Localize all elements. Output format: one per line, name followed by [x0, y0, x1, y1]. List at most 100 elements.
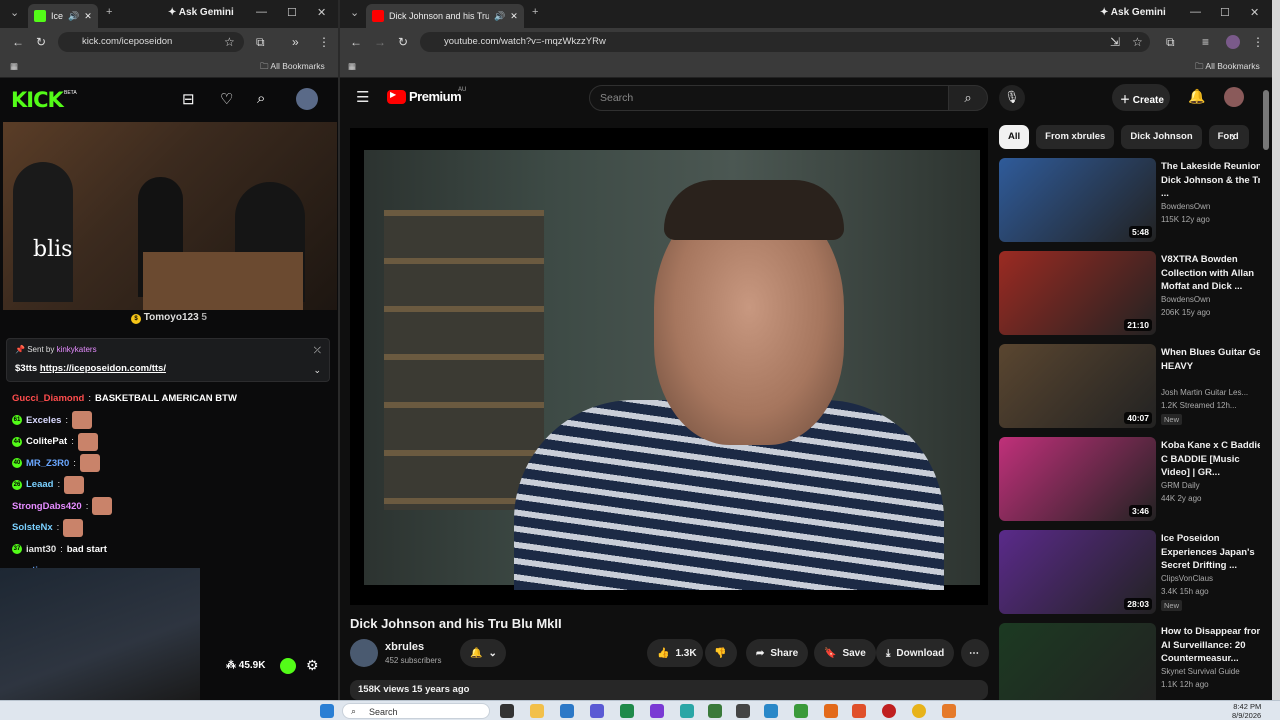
forward-button[interactable]: →	[374, 35, 386, 49]
video-title[interactable]: Ice Poseidon Experiences Japan's Secret …	[1161, 532, 1271, 573]
description-box[interactable]: 158K views 15 years ago	[350, 680, 988, 700]
share-button[interactable]: ➦ Share	[746, 639, 809, 667]
kick-tab[interactable]: Ice 🔊 ✕	[28, 4, 98, 28]
pinned-link[interactable]: https://iceposeidon.com/tts/	[40, 363, 166, 374]
close-tab-icon[interactable]: ✕	[510, 11, 518, 22]
chrome-icon[interactable]	[912, 704, 926, 718]
recommended-video[interactable]: 40:07 When Blues Guitar Gets HEAVY Josh Ma…	[999, 344, 1271, 432]
settings-gear-icon[interactable]: ⚙	[306, 657, 319, 674]
app-icon[interactable]	[736, 704, 750, 718]
search-input[interactable]: Search	[589, 85, 949, 111]
dislike-button[interactable]: 👎	[705, 639, 737, 667]
expand-chevron-icon[interactable]: ⌄	[313, 365, 321, 376]
hamburger-menu-icon[interactable]: ☰	[356, 88, 369, 106]
maximize-button[interactable]: ☐	[287, 6, 297, 19]
like-button[interactable]: 👍 1.3K	[647, 639, 703, 667]
all-bookmarks[interactable]: 🗀 All Bookmarks	[260, 61, 325, 75]
more-actions-button[interactable]: ⋯	[961, 639, 989, 667]
page-scrollbar[interactable]	[1260, 80, 1272, 700]
chat-username[interactable]: Leaad	[26, 474, 53, 496]
search-button[interactable]: ⌕	[948, 85, 988, 111]
channel-avatar[interactable]	[350, 639, 378, 667]
browser-menu-icon[interactable]: ⋮	[1252, 35, 1264, 49]
chat-username[interactable]: MR_Z3R0	[26, 453, 69, 475]
save-button[interactable]: 🔖 Save	[814, 639, 876, 667]
ask-gemini-button[interactable]: ✦ Ask Gemini	[1100, 7, 1166, 18]
right-url-field[interactable]: youtube.com/watch?v=-mqzWkzzYRw	[420, 32, 1150, 52]
scrollbar-thumb[interactable]	[1263, 90, 1269, 150]
back-button[interactable]: ←	[12, 35, 24, 49]
video-title[interactable]: The Lakeside Reunion - Dick Johnson & th…	[1161, 160, 1271, 201]
task-view-icon[interactable]	[500, 704, 514, 718]
channel-name[interactable]: Josh Martin Guitar Les...	[1161, 388, 1271, 397]
video-title[interactable]: Koba Kane x C Baddie - C BADDIE [Music V…	[1161, 439, 1271, 480]
chat-username[interactable]: StrongDabs420	[12, 496, 82, 518]
voice-search-button[interactable]: 🎙	[999, 85, 1025, 111]
channel-name[interactable]: BowdensOwn	[1161, 295, 1271, 304]
back-button[interactable]: ←	[350, 35, 362, 49]
close-window-button[interactable]: ✕	[317, 6, 326, 19]
close-window-button[interactable]: ✕	[1250, 6, 1259, 19]
recommended-video[interactable]: 3:46 Koba Kane x C Baddie - C BADDIE [Mus…	[999, 437, 1271, 525]
mail-icon[interactable]	[560, 704, 574, 718]
app-icon[interactable]	[794, 704, 808, 718]
filter-chip[interactable]: All	[999, 125, 1030, 149]
chat-username[interactable]: Exceles	[26, 410, 61, 432]
app-icon[interactable]	[708, 704, 722, 718]
search-icon[interactable]: ⌕	[257, 90, 265, 107]
channel-name[interactable]: ClipsVonClaus	[1161, 574, 1271, 583]
subscription-bell-button[interactable]: 🔔 ⌄	[460, 639, 506, 667]
video-title[interactable]: When Blues Guitar Gets HEAVY	[1161, 346, 1271, 373]
video-thumbnail[interactable]: 21:10	[999, 251, 1156, 335]
video-player[interactable]	[350, 128, 988, 605]
profile-avatar[interactable]	[1226, 35, 1240, 49]
app-icon[interactable]	[942, 704, 956, 718]
taskbar-search[interactable]: ⌕ Search	[342, 703, 490, 719]
recommended-video[interactable]: How to Disappear from AI Surveillance: 2…	[999, 623, 1271, 700]
windows-start-icon[interactable]	[320, 704, 334, 718]
extensions-icon[interactable]: ⧉	[1166, 35, 1175, 50]
media-controls-icon[interactable]: ≡	[1202, 35, 1209, 49]
system-clock[interactable]: 8:42 PM 8/9/2026	[1232, 702, 1261, 720]
minimize-button[interactable]: —	[1190, 6, 1201, 18]
file-explorer-icon[interactable]	[530, 704, 544, 718]
firefox-icon[interactable]	[824, 704, 838, 718]
kick-stream-video[interactable]: blis	[3, 122, 337, 310]
create-button[interactable]: ＋ Create	[1112, 84, 1170, 111]
browse-icon[interactable]: ⊟	[182, 90, 195, 108]
video-thumbnail[interactable]	[999, 623, 1156, 700]
terminal-icon[interactable]	[620, 704, 634, 718]
filter-chip[interactable]: Ford	[1208, 125, 1249, 149]
chat-username[interactable]: SolsteNx	[12, 517, 53, 539]
recommended-video[interactable]: 21:10 V8XTRA Bowden Collection with Allan…	[999, 251, 1271, 339]
channel-name[interactable]: BowdensOwn	[1161, 202, 1271, 211]
channel-name[interactable]: GRM Daily	[1161, 481, 1271, 490]
minimize-button[interactable]: —	[256, 6, 267, 18]
chat-username[interactable]: Gucci_Diamond	[12, 388, 84, 410]
more-tools-icon[interactable]: »	[292, 35, 299, 49]
account-avatar[interactable]	[1224, 87, 1244, 107]
close-tab-icon[interactable]: ✕	[84, 11, 92, 22]
app-icon[interactable]	[680, 704, 694, 718]
chat-username[interactable]: iamt30	[26, 539, 56, 561]
video-thumbnail[interactable]: 40:07	[999, 344, 1156, 428]
install-app-icon[interactable]: ⇲	[1110, 35, 1120, 49]
ask-gemini-button[interactable]: ✦ Ask Gemini	[168, 7, 234, 18]
gift-user[interactable]: Tomoyo123	[144, 312, 199, 323]
reload-button[interactable]: ↻	[36, 35, 46, 49]
bookmark-star-icon[interactable]: ☆	[224, 35, 235, 49]
all-bookmarks[interactable]: 🗀 All Bookmarks	[1195, 61, 1260, 75]
tab-menu-icon[interactable]: ⌄	[10, 6, 19, 19]
kick-logo[interactable]: KICK	[11, 88, 64, 112]
tab-menu-icon[interactable]: ⌄	[350, 6, 359, 19]
filter-chip[interactable]: From xbrules	[1036, 125, 1115, 149]
maximize-button[interactable]: ☐	[1220, 6, 1230, 19]
video-title[interactable]: V8XTRA Bowden Collection with Allan Moff…	[1161, 253, 1271, 294]
new-tab-button[interactable]: +	[532, 6, 538, 18]
apps-grid-icon[interactable]: ▦	[348, 61, 356, 72]
following-heart-icon[interactable]: ♡	[220, 90, 233, 108]
download-button[interactable]: ⤓ Download	[876, 639, 955, 667]
unpin-icon[interactable]: ⤫	[314, 345, 321, 356]
bookmark-star-icon[interactable]: ☆	[1132, 35, 1143, 49]
video-thumbnail[interactable]: 3:46	[999, 437, 1156, 521]
